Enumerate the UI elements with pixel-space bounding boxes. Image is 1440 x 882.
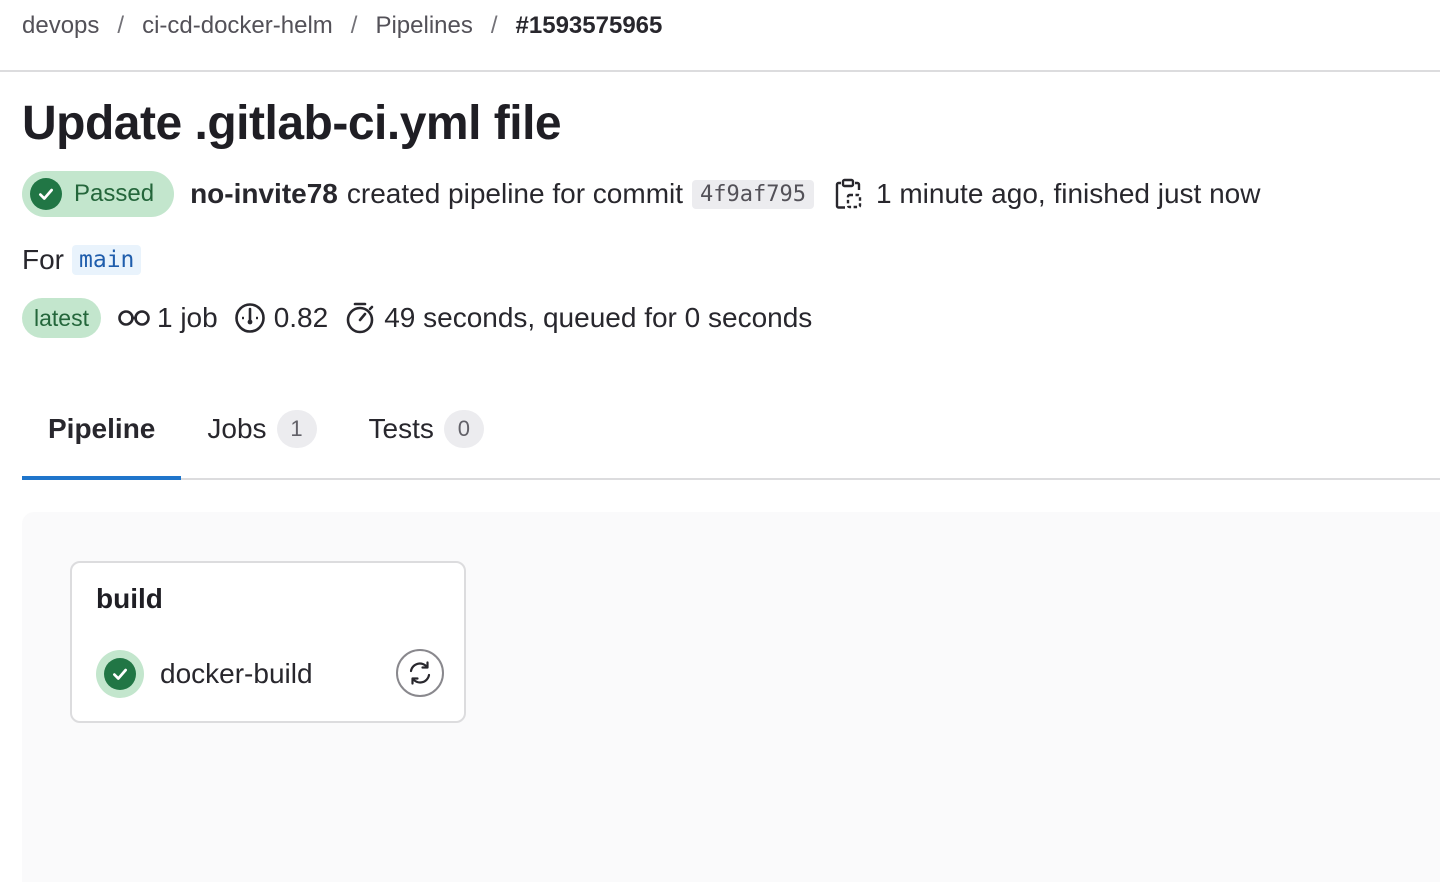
- check-circle-icon: [30, 178, 62, 210]
- job-name: docker-build: [160, 658, 313, 689]
- status-badge-label: Passed: [74, 180, 155, 207]
- tab-jobs-count: 1: [276, 410, 317, 448]
- tab-jobs-label: Jobs: [207, 413, 267, 444]
- breadcrumb: devops / ci-cd-docker-helm / Pipelines /…: [22, 8, 662, 44]
- author-link[interactable]: no-invite78: [190, 178, 338, 210]
- job-item[interactable]: docker-build: [96, 649, 444, 699]
- breadcrumb-item-devops[interactable]: devops: [22, 12, 99, 40]
- tab-pipeline[interactable]: Pipeline: [22, 380, 182, 480]
- branch-link[interactable]: main: [72, 245, 142, 275]
- coverage-value: 0.82: [273, 302, 329, 333]
- status-description: created pipeline for commit: [346, 178, 684, 209]
- ref-label: For: [22, 244, 64, 275]
- timer-icon: [344, 301, 376, 335]
- tab-jobs[interactable]: Jobs 1: [181, 380, 342, 478]
- stage-name: build: [96, 583, 163, 614]
- gauge-icon: [234, 302, 266, 334]
- duration-text: 49 seconds, queued for 0 seconds: [384, 302, 813, 333]
- job-count: 1 job: [156, 302, 218, 333]
- ref-row: For main: [22, 240, 142, 280]
- breadcrumb-separator: /: [117, 12, 125, 39]
- stage-card: build docker-build: [70, 561, 466, 723]
- tab-tests-count: 0: [443, 410, 484, 448]
- tab-tests[interactable]: Tests 0: [343, 380, 510, 478]
- status-badge[interactable]: Passed: [22, 171, 175, 217]
- breadcrumb-item-pipelines[interactable]: Pipelines: [375, 12, 472, 40]
- tab-tests-label: Tests: [368, 413, 434, 444]
- latest-badge: latest: [22, 298, 101, 338]
- pipeline-timestamp: 1 minute ago, finished just now: [876, 178, 1261, 209]
- pipeline-meta-row: latest 1 job 0.82 49 seconds, queued for…: [22, 297, 812, 339]
- header-divider: [0, 70, 1440, 72]
- commit-sha-link[interactable]: 4f9af795: [692, 179, 814, 209]
- page-title: Update .gitlab-ci.yml file: [22, 97, 562, 150]
- job-status-icon: [96, 650, 144, 698]
- breadcrumb-separator: /: [350, 12, 358, 39]
- breadcrumb-item-project[interactable]: ci-cd-docker-helm: [142, 12, 333, 40]
- retry-icon[interactable]: [396, 649, 444, 697]
- breadcrumb-separator: /: [490, 12, 498, 39]
- copy-clipboard-icon[interactable]: [832, 176, 864, 212]
- tab-pipeline-label: Pipeline: [48, 413, 156, 444]
- pipeline-status-row: Passed no-invite78 created pipeline for …: [22, 171, 1260, 217]
- pipeline-icon: [117, 306, 151, 330]
- pipeline-tabs: Pipeline Jobs 1 Tests 0: [22, 380, 1440, 480]
- breadcrumb-item-pipeline-id[interactable]: #1593575965: [516, 12, 663, 40]
